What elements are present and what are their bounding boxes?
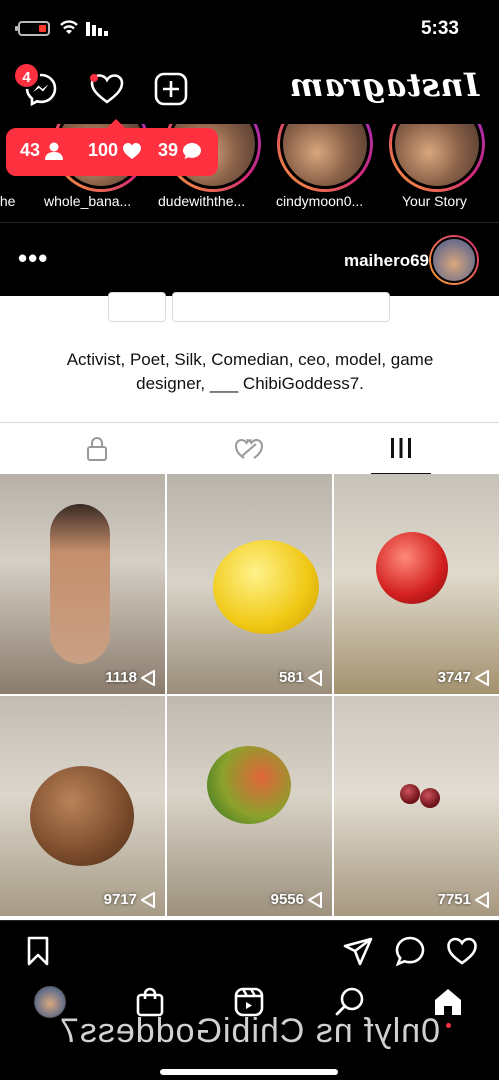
activity-dot bbox=[90, 74, 98, 82]
avatar[interactable] bbox=[429, 235, 479, 285]
profile-bio: Activist, Poet, Silk, Comedian, ceo, mod… bbox=[66, 350, 434, 393]
story-label: Your Story bbox=[402, 193, 467, 209]
grid-post[interactable]: 3747 bbox=[334, 474, 499, 694]
posts-grid: 1118 581 3747 9717 9556 7751 bbox=[0, 474, 499, 920]
heart-icon bbox=[123, 142, 142, 159]
top-header: 4 Instagram bbox=[0, 56, 499, 124]
battery-icon bbox=[15, 21, 50, 36]
view-count: 581 bbox=[279, 669, 322, 686]
grid-post[interactable]: 9556 bbox=[167, 696, 332, 916]
profile-action-button[interactable] bbox=[108, 292, 166, 322]
view-count: 3747 bbox=[438, 669, 489, 686]
story-label: cindymoon0... bbox=[276, 193, 364, 209]
post-actions-bar bbox=[0, 920, 499, 982]
clock: 5:33 bbox=[420, 18, 459, 39]
view-count: 9556 bbox=[271, 891, 322, 908]
play-icon bbox=[475, 669, 489, 686]
share-icon[interactable] bbox=[342, 935, 374, 967]
like-icon[interactable] bbox=[446, 935, 478, 967]
wifi-icon bbox=[60, 20, 78, 34]
story-avatar[interactable] bbox=[277, 124, 373, 192]
profile-tabs bbox=[0, 422, 499, 475]
bottom-navigation: 0nlyf ns ChibiGoddess7 bbox=[0, 982, 499, 1080]
story-avatar[interactable] bbox=[389, 124, 485, 192]
grid-post[interactable]: 9717 bbox=[0, 696, 165, 916]
account-row: ••• maihero69 bbox=[0, 222, 499, 296]
edit-profile-button[interactable] bbox=[172, 292, 390, 322]
likes-count: 100 bbox=[88, 140, 142, 161]
play-icon bbox=[308, 891, 322, 908]
messages-badge: 4 bbox=[13, 62, 40, 89]
cellular-signal-icon bbox=[86, 22, 108, 36]
tab-reels[interactable] bbox=[166, 423, 332, 475]
grid-icon bbox=[391, 438, 411, 458]
new-post-icon[interactable] bbox=[152, 70, 190, 108]
view-count: 1118 bbox=[105, 669, 155, 686]
view-count: 9717 bbox=[104, 891, 155, 908]
lock-icon bbox=[87, 437, 107, 461]
play-icon bbox=[475, 891, 489, 908]
home-indicator[interactable] bbox=[160, 1069, 338, 1075]
profile-section: Activist, Poet, Silk, Comedian, ceo, mod… bbox=[0, 292, 499, 422]
comments-count: 39 bbox=[158, 140, 202, 161]
grid-post[interactable]: 581 bbox=[167, 474, 332, 694]
followers-count: 43 bbox=[20, 140, 64, 161]
play-icon bbox=[308, 669, 322, 686]
activity-notification[interactable]: 43 100 39 bbox=[6, 119, 218, 176]
account-username[interactable]: maihero69 bbox=[344, 251, 429, 271]
play-icon bbox=[141, 891, 155, 908]
play-icon bbox=[141, 669, 155, 686]
instagram-logo: Instagram bbox=[288, 66, 479, 104]
story-label: whole_bana... bbox=[44, 193, 132, 209]
status-bar: 5:33 bbox=[0, 0, 499, 56]
tab-tagged[interactable] bbox=[14, 423, 180, 475]
collab-icon bbox=[234, 438, 264, 459]
story-label: dudewiththe... bbox=[158, 193, 246, 209]
more-options-button[interactable]: ••• bbox=[18, 243, 48, 274]
view-count: 7751 bbox=[438, 891, 489, 908]
comment-icon[interactable] bbox=[394, 935, 426, 967]
bookmark-icon[interactable] bbox=[22, 935, 54, 967]
tab-grid[interactable] bbox=[371, 423, 431, 475]
grid-post[interactable]: 7751 bbox=[334, 696, 499, 916]
story-label: the bbox=[0, 193, 16, 209]
comment-icon bbox=[183, 142, 202, 159]
person-icon bbox=[45, 142, 64, 160]
grid-post[interactable]: 1118 bbox=[0, 474, 165, 694]
watermark: 0nlyf ns ChibiGoddess7 bbox=[58, 1012, 441, 1050]
